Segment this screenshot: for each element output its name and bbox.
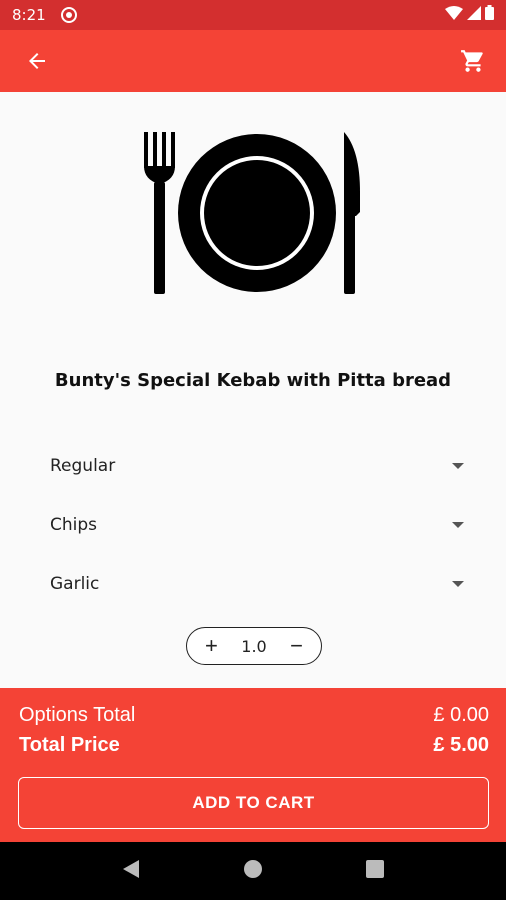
option-label: Garlic bbox=[50, 574, 100, 594]
dropdown-arrow-icon bbox=[452, 463, 464, 469]
options-total-row: Options Total £ 0.00 bbox=[19, 704, 489, 727]
plate-cutlery-icon bbox=[138, 132, 366, 296]
option-dropdown-side[interactable]: Chips bbox=[50, 505, 470, 545]
dropdown-arrow-icon bbox=[452, 581, 464, 587]
options-total-label: Options Total bbox=[19, 704, 136, 726]
nav-recents-icon[interactable] bbox=[366, 859, 385, 883]
back-arrow-icon[interactable] bbox=[22, 46, 52, 76]
nav-home-icon[interactable] bbox=[243, 859, 263, 884]
item-detail: Bunty's Special Kebab with Pitta bread R… bbox=[0, 92, 506, 688]
status-icons bbox=[445, 5, 494, 25]
do-not-disturb-icon bbox=[60, 6, 78, 24]
system-nav-bar bbox=[0, 842, 506, 900]
dropdown-arrow-icon bbox=[452, 522, 464, 528]
option-label: Regular bbox=[50, 456, 116, 476]
decrement-button[interactable]: − bbox=[290, 635, 303, 657]
wifi-icon bbox=[445, 5, 463, 25]
item-title: Bunty's Special Kebab with Pitta bread bbox=[54, 370, 452, 391]
status-bar: 8:21 bbox=[0, 0, 506, 30]
total-price-value: £ 5.00 bbox=[433, 734, 489, 756]
order-summary: Options Total £ 0.00 Total Price £ 5.00 … bbox=[0, 688, 506, 842]
quantity-stepper: + 1.0 − bbox=[186, 627, 322, 665]
option-dropdown-sauce[interactable]: Garlic bbox=[50, 564, 470, 604]
increment-button[interactable]: + bbox=[205, 635, 218, 657]
total-price-row: Total Price £ 5.00 bbox=[19, 734, 489, 757]
add-to-cart-button[interactable]: ADD TO CART bbox=[18, 777, 489, 829]
battery-icon bbox=[485, 5, 494, 25]
status-time: 8:21 bbox=[12, 6, 46, 24]
quantity-value: 1.0 bbox=[241, 636, 267, 656]
nav-back-icon[interactable] bbox=[122, 859, 140, 884]
shopping-cart-icon[interactable] bbox=[458, 46, 488, 76]
total-price-label: Total Price bbox=[19, 734, 120, 756]
option-label: Chips bbox=[50, 515, 98, 535]
signal-icon bbox=[467, 5, 481, 25]
app-bar bbox=[0, 30, 506, 92]
option-dropdown-size[interactable]: Regular bbox=[50, 446, 470, 486]
options-total-value: £ 0.00 bbox=[433, 704, 489, 726]
